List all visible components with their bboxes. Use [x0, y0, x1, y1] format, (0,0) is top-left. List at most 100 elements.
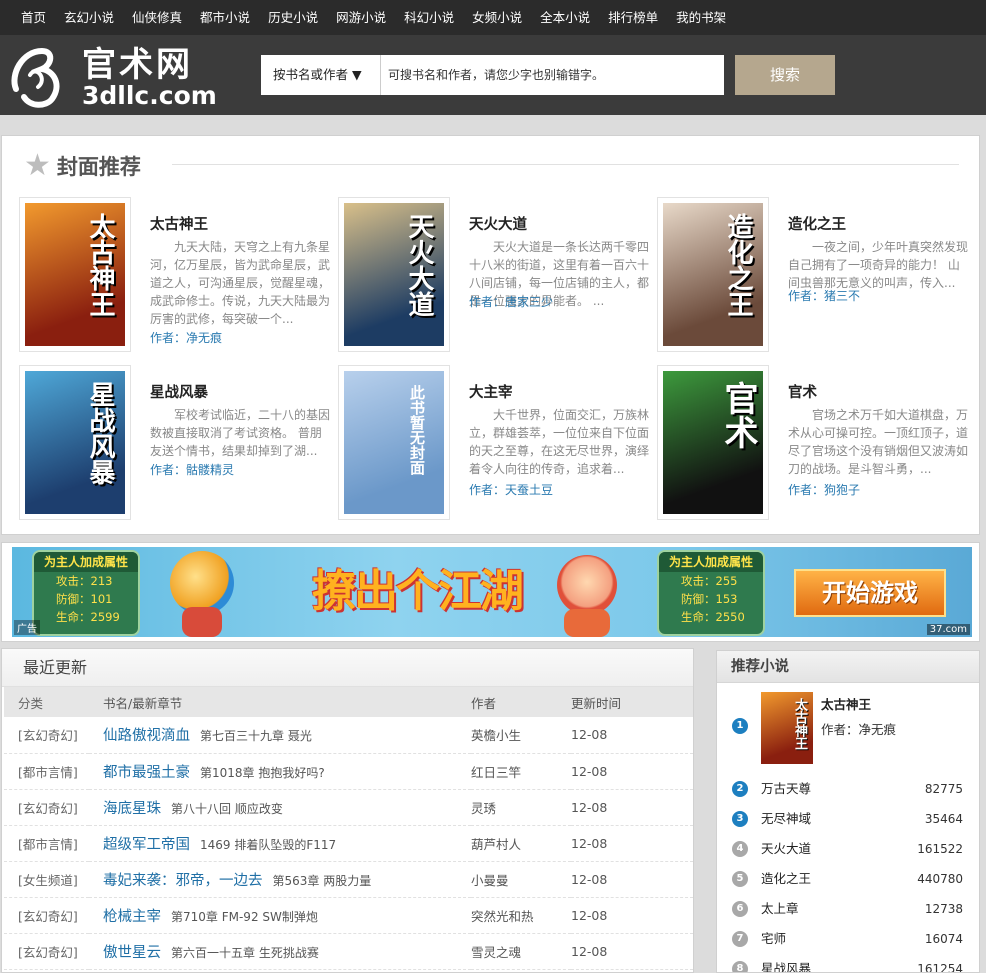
book-title-link[interactable]: 都市最强土豪: [103, 765, 190, 781]
recommend-list-item[interactable]: 8 星战风暴 161254: [717, 954, 979, 972]
book-cover[interactable]: 天火大道: [338, 197, 450, 352]
cover-book-card[interactable]: 官术 官术 官场之术万千如大道棋盘，万术从心可操可控。一顶红顶子，道尽了官场这个没有…: [657, 365, 968, 521]
row-category[interactable]: [都市言情]: [4, 825, 89, 862]
row-category[interactable]: [女生频道]: [4, 861, 89, 898]
row-category[interactable]: [都市言情]: [4, 753, 89, 790]
book-cover[interactable]: 太古神王: [19, 197, 131, 352]
view-count: 161522: [917, 842, 963, 856]
search-input[interactable]: [381, 55, 724, 95]
book-author: 作者：净无痕: [821, 722, 897, 737]
latest-chapter-link[interactable]: 第1018章 抱抱我好吗?: [200, 766, 325, 780]
recommend-top-item[interactable]: 1 太古神王 太古神王 作者：净无痕: [717, 684, 979, 784]
recommend-list-item[interactable]: 6 太上章 12738: [717, 894, 979, 924]
author-name[interactable]: 唐家三少: [505, 295, 553, 309]
row-author[interactable]: 雪灵之魂: [471, 933, 571, 970]
book-title-link[interactable]: 超级军工帝国: [103, 837, 190, 853]
author-name[interactable]: 狗狍子: [824, 483, 860, 497]
cover-book-card[interactable]: 太古神王 太古神王 九天大陆，天穹之上有九条星河，亿万星辰，皆为武命星辰，武道之人，…: [19, 197, 330, 353]
recommend-list-item[interactable]: 7 宅师 16074: [717, 924, 979, 954]
row-category[interactable]: [玄幻奇幻]: [4, 897, 89, 934]
nav-item[interactable]: 历史小说: [259, 0, 327, 35]
book-title[interactable]: 太古神王: [150, 213, 208, 234]
row-category[interactable]: [玄幻奇幻]: [4, 789, 89, 826]
cover-book-card[interactable]: 造化之王 造化之王 一夜之间，少年叶真突然发现自己拥有了一项奇异的能力！ 山间虫兽那…: [657, 197, 969, 353]
book-cover[interactable]: 官术: [657, 365, 769, 520]
row-author[interactable]: 英檐小生: [471, 717, 571, 754]
book-cover[interactable]: 太古神王: [761, 692, 813, 764]
recommend-list-item[interactable]: 3 无尽神域 35464: [717, 804, 979, 834]
nav-item[interactable]: 女频小说: [463, 0, 531, 35]
row-category[interactable]: [玄幻奇幻]: [4, 717, 89, 754]
nav-item[interactable]: 科幻小说: [395, 0, 463, 35]
recommend-list-item[interactable]: 5 造化之王 440780: [717, 864, 979, 894]
nav-item[interactable]: 首页: [12, 0, 55, 35]
book-cover[interactable]: 此书暂无封面: [338, 365, 450, 520]
section-title: 最近更新: [2, 649, 693, 687]
nav-item[interactable]: 玄幻小说: [55, 0, 123, 35]
book-title[interactable]: 天火大道: [469, 213, 527, 234]
author-name[interactable]: 净无痕: [186, 331, 222, 345]
row-author[interactable]: 突然光和热: [471, 897, 571, 934]
author-prefix: 作者：: [469, 483, 506, 497]
latest-chapter-link[interactable]: 第六百一十五章 生死挑战赛: [171, 946, 319, 960]
latest-chapter-link[interactable]: 第710章 FM-92 SW制弹炮: [171, 910, 318, 924]
cover-art-title: 天火大道: [404, 213, 434, 317]
recommend-list-item[interactable]: 4 天火大道 161522: [717, 834, 979, 864]
author-name[interactable]: 天蚕土豆: [505, 483, 553, 497]
table-row: [都市言情] 超级军工帝国 1469 排着队坠毁的F117 葫芦村人 12-08: [4, 825, 693, 862]
cover-image: 太古神王: [25, 203, 125, 346]
book-title-link[interactable]: 仙路傲视滴血: [103, 728, 190, 744]
book-title[interactable]: 天火大道: [761, 834, 811, 864]
row-author[interactable]: 葫芦村人: [471, 825, 571, 862]
author-name[interactable]: 骷髅精灵: [186, 463, 234, 477]
cartoon-girl-body-icon: [564, 609, 610, 637]
book-title-link[interactable]: 枪械主宰: [103, 909, 161, 925]
book-title[interactable]: 造化之王: [761, 864, 811, 894]
ad-artwork[interactable]: 为主人加成属性 攻击：213 防御：101 生命：2599 撩出个江湖 为主人加…: [12, 547, 972, 637]
book-cover[interactable]: 星战风暴: [19, 365, 131, 520]
nav-item[interactable]: 全本小说: [531, 0, 599, 35]
nav-item[interactable]: 我的书架: [667, 0, 735, 35]
latest-chapter-link[interactable]: 第七百三十九章 聂光: [200, 729, 312, 743]
start-game-button[interactable]: 开始游戏: [794, 569, 946, 617]
book-title[interactable]: 无尽神域: [761, 804, 811, 834]
row-author[interactable]: 灵琇: [471, 789, 571, 826]
book-title[interactable]: 宅师: [761, 924, 786, 954]
book-title[interactable]: 官术: [788, 381, 817, 402]
nav-item[interactable]: 仙侠修真: [123, 0, 191, 35]
book-title[interactable]: 大主宰: [469, 381, 513, 402]
cover-book-card[interactable]: 星战风暴 星战风暴 军校考试临近，二十八的基因数被直接取消了考试资格。 普朋友送个情…: [19, 365, 330, 521]
row-book-cell: 枪械主宰 第710章 FM-92 SW制弹炮: [89, 897, 471, 934]
latest-chapter-link[interactable]: 1469 排着队坠毁的F117: [200, 838, 336, 852]
view-count: 82775: [924, 782, 963, 796]
ad-banner[interactable]: 为主人加成属性 攻击：213 防御：101 生命：2599 撩出个江湖 为主人加…: [1, 542, 980, 642]
cover-book-card[interactable]: 此书暂无封面 大主宰 大千世界，位面交汇，万族林立，群雄荟萃，一位位来自下位面的天之…: [338, 365, 649, 521]
nav-item[interactable]: 排行榜单: [599, 0, 667, 35]
cover-book-card[interactable]: 天火大道 天火大道 天火大道是一条长达两千零四十八米的街道，这里有着一百六十八间店铺…: [338, 197, 649, 353]
nav-item[interactable]: 网游小说: [327, 0, 395, 35]
book-title-link[interactable]: 毒妃来袭：邪帝，一边去: [103, 873, 263, 889]
nav-item[interactable]: 都市小说: [191, 0, 259, 35]
book-title[interactable]: 万古天尊: [761, 774, 811, 804]
latest-chapter-link[interactable]: 第563章 两股力量: [273, 874, 372, 888]
site-logo[interactable]: 官术网 3dllc.com: [8, 45, 217, 111]
book-title[interactable]: 造化之王: [788, 213, 846, 234]
ad-source: 37.com: [926, 624, 970, 635]
row-category[interactable]: [玄幻奇幻]: [4, 933, 89, 970]
search-scope-dropdown[interactable]: 按书名或作者 ▼: [261, 55, 381, 95]
book-title-link[interactable]: 海底星珠: [103, 801, 161, 817]
book-title[interactable]: 太古神王: [821, 694, 871, 713]
book-description: 一夜之间，少年叶真突然发现自己拥有了一项奇异的能力！ 山间虫兽那无意义的叫声，传…: [788, 240, 969, 290]
search-button[interactable]: 搜索: [735, 55, 835, 95]
book-cover[interactable]: 造化之王: [657, 197, 769, 352]
book-title-link[interactable]: 傲世星云: [103, 945, 161, 961]
author-name[interactable]: 猪三不: [824, 289, 860, 303]
row-author[interactable]: 红日三竿: [471, 753, 571, 790]
book-title[interactable]: 星战风暴: [761, 954, 811, 972]
row-author[interactable]: 小曼曼: [471, 861, 571, 898]
book-title[interactable]: 太上章: [761, 894, 799, 924]
recommend-list-item[interactable]: 2 万古天尊 82775: [717, 774, 979, 804]
book-title[interactable]: 星战风暴: [150, 381, 208, 402]
latest-chapter-link[interactable]: 第八十八回 顺应改变: [171, 802, 283, 816]
book-author-line: 作者：净无痕: [150, 329, 222, 346]
